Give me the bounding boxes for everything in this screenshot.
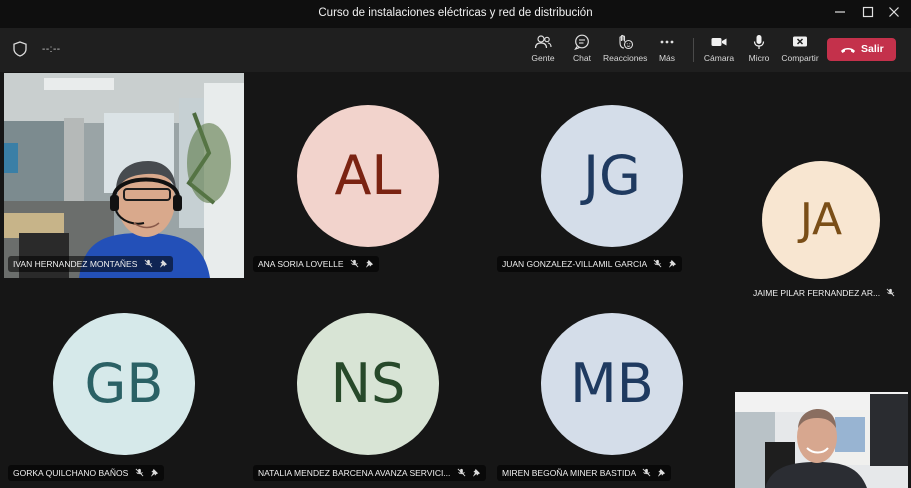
pin-icon[interactable] [150,468,159,477]
avatar-initials: NS [297,313,439,455]
microphone-icon [753,35,765,49]
mic-button[interactable]: Micro [737,34,781,68]
more-label: Más [658,53,676,63]
participant-nameplate: MIREN BEGOÑA MINER BASTIDA [497,465,672,481]
participant-tile-gorka[interactable]: GB GORKA QUILCHANO BAÑOS [4,284,244,488]
leave-label: Salir [861,43,884,55]
share-label: Compartir [781,53,819,63]
pin-icon[interactable] [159,259,168,268]
participant-name: GORKA QUILCHANO BAÑOS [13,468,129,478]
participant-name: JUAN GONZALEZ-VILLAMIL GARCIA [502,259,647,269]
raise-hand-icon [619,34,634,50]
participant-nameplate: JAIME PILAR FERNANDEZ AR... [748,285,900,301]
share-button[interactable]: Compartir [778,34,822,68]
participant-nameplate: JUAN GONZALEZ-VILLAMIL GARCIA [497,256,683,272]
avatar-initials: JG [541,105,683,247]
meeting-toolbar: --:-- Gente Chat Reacciones Más Cámara M… [0,28,911,72]
people-button[interactable]: Gente [521,34,565,68]
toolbar-divider [693,38,694,62]
mic-off-icon [457,468,466,477]
minimize-icon[interactable] [830,4,850,24]
participant-tile-jaime[interactable]: JA JAIME PILAR FERNANDEZ AR... [746,132,908,307]
reactions-button[interactable]: Reacciones [603,34,647,68]
chat-icon [574,34,589,50]
participant-name: NATALIA MENDEZ BARCENA AVANZA SERVICI... [258,468,451,478]
participant-name: IVAN HERNANDEZ MONTAÑES [13,259,138,269]
people-icon [534,35,552,49]
close-icon[interactable] [884,4,904,24]
participant-tile-miren[interactable]: MB MIREN BEGOÑA MINER BASTIDA [493,284,733,488]
participant-name: JAIME PILAR FERNANDEZ AR... [753,288,881,298]
reactions-label: Reacciones [603,53,648,63]
title-bar: Curso de instalaciones eléctricas y red … [0,0,911,28]
chat-button[interactable]: Chat [560,34,604,68]
participant-nameplate: GORKA QUILCHANO BAÑOS [8,465,164,481]
shield-icon[interactable] [13,41,27,62]
pin-icon[interactable] [668,259,677,268]
mic-off-icon [887,288,895,297]
participant-tile-natalia[interactable]: NS NATALIA MENDEZ BARCENA AVANZA SERVICI… [249,284,489,488]
camera-button[interactable]: Cámara [697,34,741,68]
participant-nameplate: ANA SORIA LOVELLE [253,256,380,272]
self-video-feed [735,392,908,488]
mic-label: Micro [748,53,770,63]
avatar-initials: MB [541,313,683,455]
mic-off-icon [653,259,662,268]
meeting-timer: --:-- [42,44,61,55]
pin-icon[interactable] [657,468,666,477]
chat-label: Chat [573,53,591,63]
share-screen-icon [793,36,807,47]
pin-icon[interactable] [472,468,481,477]
participant-name: ANA SORIA LOVELLE [258,259,344,269]
office-video-feed [4,73,244,278]
more-icon [660,40,674,44]
participant-tile-ana[interactable]: AL ANA SORIA LOVELLE [249,72,489,278]
leave-button[interactable]: Salir [827,38,896,61]
mic-off-icon [135,468,144,477]
mic-off-icon [144,259,153,268]
window-title: Curso de instalaciones eléctricas y red … [318,7,593,19]
participant-nameplate: NATALIA MENDEZ BARCENA AVANZA SERVICI... [253,465,487,481]
self-view-video[interactable] [735,392,908,488]
participant-name: MIREN BEGOÑA MINER BASTIDA [502,468,636,478]
hang-up-icon [841,48,855,53]
participant-nameplate: IVAN HERNANDEZ MONTAÑES [8,256,174,272]
avatar-initials: JA [762,161,880,279]
mic-off-icon [642,468,651,477]
people-label: Gente [531,53,555,63]
camera-label: Cámara [703,53,735,63]
avatar-initials: GB [53,313,195,455]
avatar-initials: AL [297,105,439,247]
more-button[interactable]: Más [645,34,689,68]
participant-video-ivan[interactable]: IVAN HERNANDEZ MONTAÑES [4,73,244,278]
video-stage: IVAN HERNANDEZ MONTAÑES AL ANA SORIA LOV… [0,72,911,488]
participant-tile-juan[interactable]: JG JUAN GONZALEZ-VILLAMIL GARCIA [493,72,733,278]
pin-icon[interactable] [365,259,374,268]
video-camera-icon [711,38,727,46]
mic-off-icon [350,259,359,268]
maximize-icon[interactable] [858,4,878,24]
